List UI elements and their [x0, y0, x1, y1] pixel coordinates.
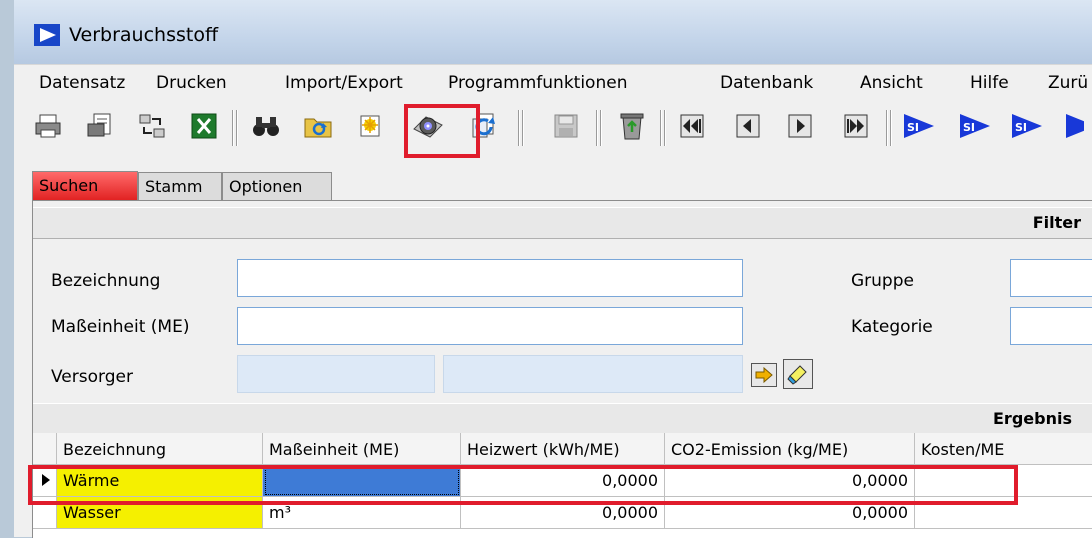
svg-text:SI: SI [1015, 121, 1027, 134]
label-masseinheit: Maßeinheit (ME) [51, 317, 190, 337]
bezeichnung-input[interactable] [237, 259, 743, 297]
row-header-corner [33, 433, 57, 465]
si-arrow-icon[interactable]: SI [902, 110, 934, 142]
toolbar-separator [660, 110, 666, 146]
label-bezeichnung: Bezeichnung [51, 271, 161, 291]
toolbar-separator [518, 110, 524, 146]
print-preview-icon[interactable] [84, 110, 116, 142]
toolbar-separator [232, 110, 238, 146]
recycle-bin-icon[interactable] [616, 110, 648, 142]
column-header-kosten[interactable]: Kosten/ME [915, 433, 1092, 465]
versorger-name-field [443, 355, 743, 393]
highlight-box-toolbar [404, 104, 480, 158]
menu-bar: Datensatz Drucken Import/Export Programm… [14, 64, 1092, 99]
column-header-co2[interactable]: CO2-Emission (kg/ME) [665, 433, 915, 465]
gruppe-input[interactable] [1010, 259, 1092, 297]
results-header: Ergebnis [33, 403, 1092, 435]
label-gruppe: Gruppe [851, 271, 914, 291]
toolbar-separator [596, 110, 602, 146]
menu-zurueck[interactable]: Zurü [1048, 73, 1088, 93]
excel-icon[interactable] [188, 110, 220, 142]
masseinheit-input[interactable] [237, 307, 743, 345]
svg-text:SI: SI [963, 121, 975, 134]
menu-datensatz[interactable]: Datensatz [39, 73, 125, 93]
transfer-icon[interactable] [136, 110, 168, 142]
next-record-icon[interactable] [784, 110, 816, 142]
menu-drucken[interactable]: Drucken [156, 73, 227, 93]
column-header-bezeichnung[interactable]: Bezeichnung [57, 433, 263, 465]
si-arrow-icon[interactable] [1064, 110, 1084, 142]
menu-datenbank[interactable]: Datenbank [720, 73, 813, 93]
kategorie-input[interactable] [1010, 307, 1092, 345]
new-record-icon[interactable] [354, 110, 386, 142]
tab-stamm[interactable]: Stamm [138, 172, 222, 200]
print-icon[interactable] [32, 110, 64, 142]
folder-refresh-icon[interactable] [302, 110, 334, 142]
menu-ansicht[interactable]: Ansicht [860, 73, 923, 93]
title-bar: Verbrauchsstoff [14, 0, 1092, 64]
clear-versorger-button[interactable] [783, 359, 813, 389]
versorger-id-field [237, 355, 435, 393]
last-record-icon[interactable] [840, 110, 872, 142]
save-icon[interactable] [550, 110, 582, 142]
filter-header: Filter [33, 207, 1092, 239]
window-title: Verbrauchsstoff [69, 24, 219, 46]
arrow-right-icon [755, 367, 773, 383]
menu-hilfe[interactable]: Hilfe [970, 73, 1009, 93]
toolbar-separator [886, 110, 892, 146]
label-versorger: Versorger [51, 367, 133, 387]
si-arrow-icon[interactable]: SI [958, 110, 990, 142]
tab-suchen[interactable]: Suchen [32, 171, 138, 201]
menu-programmfunktionen[interactable]: Programmfunktionen [448, 73, 627, 93]
toolbar: SI SI SI [14, 98, 1092, 156]
column-header-masseinheit[interactable]: Maßeinheit (ME) [263, 433, 461, 465]
column-header-heizwert[interactable]: Heizwert (kWh/ME) [461, 433, 665, 465]
menu-import-export[interactable]: Import/Export [285, 73, 403, 93]
eraser-icon [787, 365, 807, 385]
app-logo-icon [34, 24, 60, 46]
app-window: Verbrauchsstoff Datensatz Drucken Import… [14, 0, 1092, 538]
svg-text:SI: SI [907, 121, 919, 134]
previous-record-icon[interactable] [732, 110, 764, 142]
highlight-box-row [28, 465, 1018, 505]
label-kategorie: Kategorie [851, 317, 933, 337]
si-arrow-icon[interactable]: SI [1010, 110, 1042, 142]
tab-optionen[interactable]: Optionen [222, 172, 332, 200]
binoculars-icon[interactable] [250, 110, 282, 142]
select-versorger-button[interactable] [751, 363, 777, 387]
first-record-icon[interactable] [676, 110, 708, 142]
